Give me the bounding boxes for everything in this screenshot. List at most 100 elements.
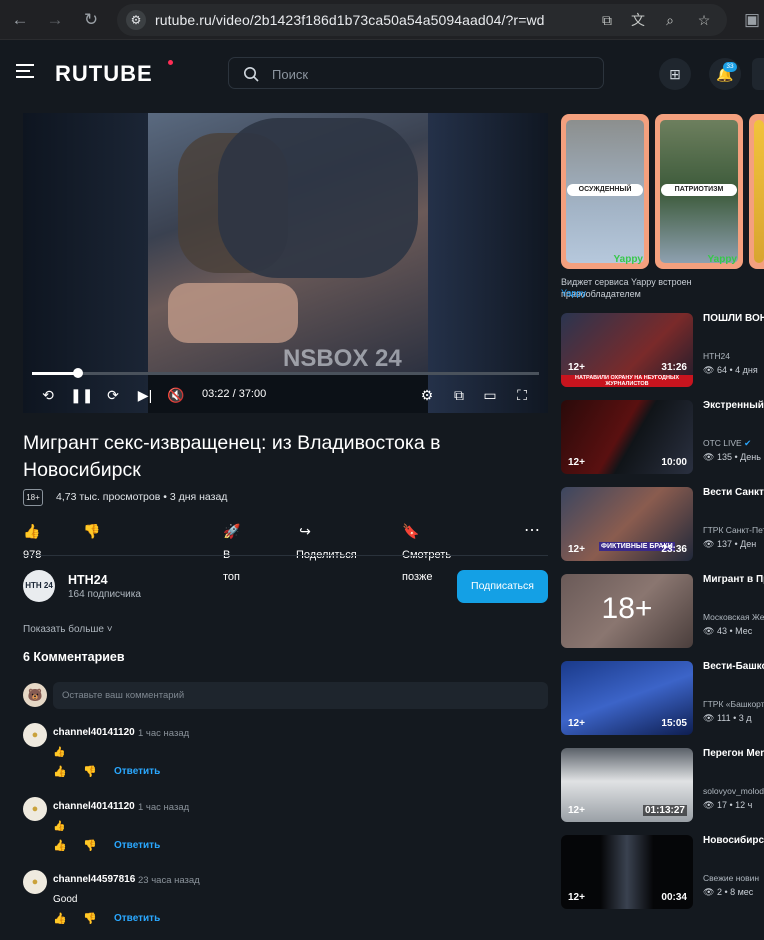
comment-dislike-icon[interactable]: 👎 [83,839,97,852]
comment-user[interactable]: channel40141120 [53,801,135,812]
like-button[interactable]: 👍978 [23,520,45,561]
channel-avatar[interactable]: НТН 24 [23,570,55,602]
video-thumbnail[interactable]: ФИКТИВНЫЕ БРАКИ 12+ 23:36 [561,487,693,561]
yappy-card[interactable]: ПАТРИОТИЗМ Yappy [655,114,743,269]
top-button[interactable]: 🚀В топ [223,520,245,583]
back-icon[interactable]: ← [9,9,31,31]
comment-dislike-icon[interactable]: 👎 [83,765,97,778]
related-title[interactable]: Вести Санкт-Петербург. В [703,487,764,499]
fullscreen-icon[interactable]: ⛶ [512,385,532,405]
notifications-button[interactable]: 🔔 33 [709,58,741,90]
related-title[interactable]: Новосибирс Извращенец [703,835,764,847]
comment-input[interactable]: Оставьте ваш комментарий [53,682,548,709]
video-thumbnail[interactable]: НАТРАВИЛИ ОХРАНУ НА НЕУГОДНЫХ ЖУРНАЛИСТО… [561,313,693,387]
related-title[interactable]: Мигрант в Приморье... [703,574,764,586]
yappy-card[interactable]: ОСУЖДЕННЫЙ Yappy [561,114,649,269]
related-video[interactable]: 12+ 10:00 Экстренный 03 октября 2 ОТС LI… [561,400,764,476]
related-channel[interactable]: Свежие новин [703,873,759,883]
duration: 10:00 [661,457,687,468]
reload-icon[interactable]: ↻ [80,9,102,31]
related-video[interactable]: ФИКТИВНЫЕ БРАКИ 12+ 23:36 Вести Санкт-Пе… [561,487,764,563]
video-thumbnail[interactable]: 12+ 15:05 [561,661,693,735]
related-video[interactable]: 12+ 15:05 Вести-Башко - 02.10.24 ГТРК «Б… [561,661,764,737]
reply-button[interactable]: Ответить [114,913,160,924]
related-channel[interactable]: solovyov_molod [703,786,764,796]
open-in-app-icon[interactable]: ⧉ [598,11,616,29]
commenter-avatar[interactable]: ● [23,870,47,894]
more-icon[interactable]: ⋯ [524,520,541,542]
comment-user[interactable]: channel40141120 [53,727,135,738]
watch-later-button[interactable]: 🔖Смотреть позже [402,520,451,583]
pip-icon[interactable]: ⧉ [449,385,469,405]
related-channel[interactable]: Московская Же [703,612,764,622]
reply-button[interactable]: Ответить [114,840,160,851]
blur-left [23,113,148,413]
bookmark-star-icon[interactable]: ☆ [695,11,713,29]
comment-like-icon[interactable]: 👍 [53,839,67,852]
posted-time: 3 дня назад [169,491,228,503]
frame-caption: NSBOX 24 [283,345,402,372]
address-bar[interactable]: ⚙ rutube.ru/video/2b1423f186d1b73ca50a54… [117,4,727,36]
related-title[interactable]: Экстренный 03 октября 2 [703,400,764,412]
show-more-link[interactable]: Показать больше ˅ [23,624,113,635]
related-meta: 👁 135 • День [703,452,761,463]
related-channel[interactable]: НТН24 [703,351,730,361]
pause-icon[interactable]: ❚❚ [70,385,93,405]
settings-icon[interactable]: ⚙ [417,385,437,405]
related-video[interactable]: НАТРАВИЛИ ОХРАНУ НА НЕУГОДНЫХ ЖУРНАЛИСТО… [561,313,764,389]
upload-button[interactable]: ⊞ [659,58,691,90]
related-channel[interactable]: ГТРК Санкт-Петер [703,525,764,535]
menu-icon[interactable] [16,63,36,79]
video-thumbnail[interactable]: 18+ [561,574,693,648]
related-video[interactable]: 12+ 01:13:27 Перегон Mercedes_Be solovyo… [561,748,764,824]
video-thumbnail[interactable]: 12+ 10:00 [561,400,693,474]
duration: 31:26 [661,362,687,373]
rutube-logo[interactable]: RUTUBE [55,61,153,87]
duration: 00:34 [661,892,687,903]
related-views: 135 • День [716,452,761,462]
progress-bar[interactable] [32,368,539,378]
forward-10-icon[interactable]: ⟳ [103,385,123,405]
profile-button[interactable] [752,58,764,90]
comment-user[interactable]: channel44597816 [53,874,135,885]
age-badge: 12+ [568,718,585,729]
rewind-10-icon[interactable]: ⟲ [38,385,58,405]
duration: 15:05 [661,718,687,729]
comment-placeholder: Оставьте ваш комментарий [62,690,185,701]
yappy-link[interactable]: Yappy [561,288,586,298]
video-player[interactable]: NSBOX 24 ⟲ ❚❚ ⟳ ▶| 🔇 03:22 / 37:00 ⚙ ⧉ ▭… [23,113,548,413]
reply-button[interactable]: Ответить [114,766,160,777]
mute-icon[interactable]: 🔇 [166,385,186,405]
eye-icon: 👁 [703,539,715,549]
forward-icon[interactable]: → [44,9,66,31]
video-thumbnail[interactable]: 12+ 01:13:27 [561,748,693,822]
comment-like-icon[interactable]: 👍 [53,765,67,778]
related-title[interactable]: ПОШЛИ ВОН ЖУРНАЛИСТ [703,313,764,325]
site-info-icon[interactable]: ⚙ [126,10,146,30]
comment-dislike-icon[interactable]: 👎 [83,912,97,925]
related-video[interactable]: 12+ 00:34 Новосибирс Извращенец Свежие н… [561,835,764,911]
comment-like-icon[interactable]: 👍 [53,912,67,925]
url-text[interactable]: rutube.ru/video/2b1423f186d1b73ca50a54a5… [155,12,545,28]
commenter-avatar[interactable]: ● [23,723,47,747]
theater-icon[interactable]: ▭ [480,385,500,405]
age-rating-badge: 18+ [23,489,43,506]
share-button[interactable]: ↪Поделиться [296,520,357,561]
channel-name[interactable]: НТН24 [68,573,108,587]
video-thumbnail[interactable]: 12+ 00:34 [561,835,693,909]
yappy-card[interactable] [749,114,764,269]
related-video[interactable]: 18+ Мигрант в Приморье... Московская Же … [561,574,764,650]
related-title[interactable]: Перегон Mercedes_Be [703,748,764,760]
translate-icon[interactable]: 文 [629,11,647,29]
next-icon[interactable]: ▶| [135,385,155,405]
zoom-icon[interactable]: ⌕ [661,11,679,29]
extensions-icon[interactable]: ▣ [741,9,763,31]
subscribe-button[interactable]: Подписаться [457,570,548,603]
related-channel[interactable]: ОТС LIVE ✔ [703,438,751,449]
search-input[interactable]: Поиск [228,57,604,89]
related-channel[interactable]: ГТРК «Башкорт [703,699,764,709]
related-title[interactable]: Вести-Башко - 02.10.24 [703,661,764,673]
commenter-avatar[interactable]: ● [23,797,47,821]
dislike-button[interactable]: 👎 [83,520,105,542]
related-views: 2 • 8 мес [716,887,754,897]
